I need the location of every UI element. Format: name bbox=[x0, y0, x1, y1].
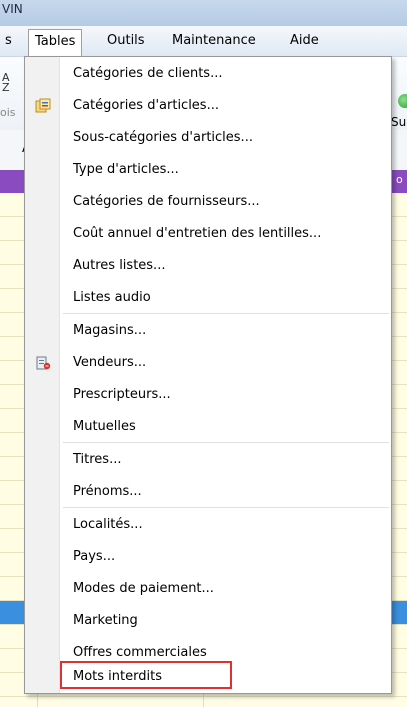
menu-item-label: Type d'articles... bbox=[73, 162, 179, 177]
menu-outils[interactable]: Outils bbox=[107, 33, 145, 48]
menu-item-label: Coût annuel d'entretien des lentilles... bbox=[73, 226, 322, 241]
menu-tables[interactable]: Tables bbox=[28, 29, 83, 57]
menu-item-type-articles[interactable]: Type d'articles... bbox=[25, 154, 391, 186]
menu-item-label: Prénoms... bbox=[73, 484, 142, 499]
menu-item-label: Vendeurs... bbox=[73, 355, 147, 370]
title-bar: VIN bbox=[0, 0, 407, 26]
menu-item-label: Magasins... bbox=[73, 323, 147, 338]
menu-item-label: Titres... bbox=[73, 452, 122, 467]
menu-item-label: Localités... bbox=[73, 517, 143, 532]
toolbar-left-label: ois bbox=[0, 106, 16, 119]
menu-item-label: Marketing bbox=[73, 613, 138, 628]
menu-item-previous[interactable]: s bbox=[5, 33, 12, 48]
add-icon[interactable] bbox=[398, 94, 407, 108]
menu-item-titres[interactable]: Titres... bbox=[25, 444, 391, 476]
menu-item-label: Catégories d'articles... bbox=[73, 98, 219, 113]
menu-item-sous-categories-articles[interactable]: Sous-catégories d'articles... bbox=[25, 122, 391, 154]
toolbar-right-label: Su bbox=[391, 115, 407, 129]
menu-item-label: Listes audio bbox=[73, 290, 151, 305]
menu-item-vendeurs[interactable]: Vendeurs... bbox=[25, 347, 391, 379]
grid-header-text: o bbox=[396, 173, 403, 186]
menu-item-label: Mutuelles bbox=[73, 419, 136, 434]
menu-item-autres-listes[interactable]: Autres listes... bbox=[25, 250, 391, 282]
menu-item-label: Catégories de fournisseurs... bbox=[73, 194, 260, 209]
menu-item-categories-articles[interactable]: Catégories d'articles... bbox=[25, 90, 391, 122]
menu-aide[interactable]: Aide bbox=[290, 33, 319, 48]
window-title: VIN bbox=[2, 2, 23, 16]
menu-item-prescripteurs[interactable]: Prescripteurs... bbox=[25, 379, 391, 411]
menu-item-label: Catégories de clients... bbox=[73, 66, 223, 81]
menu-item-categories-clients[interactable]: Catégories de clients... bbox=[25, 58, 391, 90]
menu-item-marketing[interactable]: Marketing bbox=[25, 605, 391, 637]
tables-dropdown-menu: Catégories de clients... Catégories d'ar… bbox=[24, 56, 392, 694]
menu-item-pays[interactable]: Pays... bbox=[25, 541, 391, 573]
menu-item-label: Modes de paiement... bbox=[73, 581, 214, 596]
highlight-box bbox=[60, 661, 232, 689]
menu-item-label: Pays... bbox=[73, 549, 116, 564]
categories-icon bbox=[35, 98, 51, 114]
menu-maintenance[interactable]: Maintenance bbox=[172, 33, 256, 48]
menu-item-listes-audio[interactable]: Listes audio bbox=[25, 282, 391, 314]
menu-item-label: Sous-catégories d'articles... bbox=[73, 130, 253, 145]
menu-item-label: Prescripteurs... bbox=[73, 387, 171, 402]
menu-bar: s Tables Outils Maintenance Aide bbox=[0, 26, 407, 57]
menu-item-modes-paiement[interactable]: Modes de paiement... bbox=[25, 573, 391, 605]
menu-item-label: Autres listes... bbox=[73, 258, 166, 273]
sort-az-icon[interactable]: AZ bbox=[2, 72, 10, 93]
vendor-icon bbox=[35, 355, 51, 371]
menu-item-localites[interactable]: Localités... bbox=[25, 509, 391, 541]
menu-item-prenoms[interactable]: Prénoms... bbox=[25, 476, 391, 508]
menu-item-categories-fournisseurs[interactable]: Catégories de fournisseurs... bbox=[25, 186, 391, 218]
menu-item-cout-entretien-lentilles[interactable]: Coût annuel d'entretien des lentilles... bbox=[25, 218, 391, 250]
menu-item-label: Offres commerciales bbox=[73, 645, 207, 660]
menu-item-magasins[interactable]: Magasins... bbox=[25, 315, 391, 347]
menu-item-mutuelles[interactable]: Mutuelles bbox=[25, 411, 391, 443]
